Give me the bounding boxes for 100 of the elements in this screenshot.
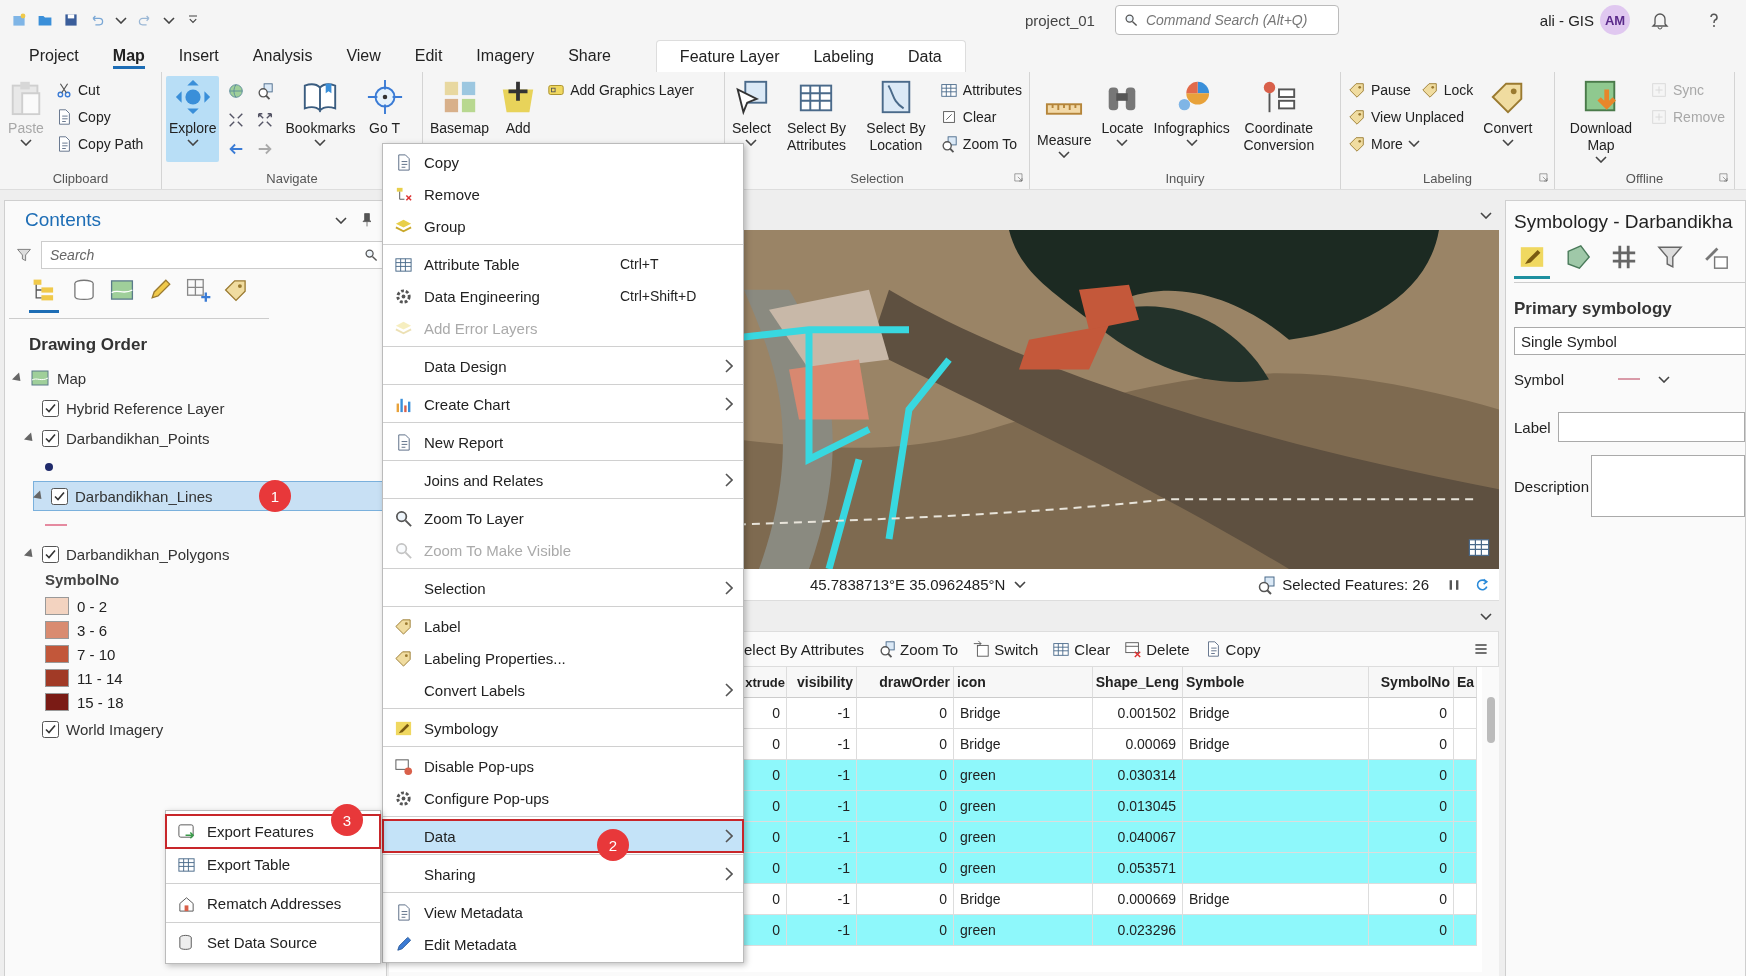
tag-icon — [1348, 134, 1366, 153]
command-search-field[interactable]: Command Search (Alt+Q) — [1114, 5, 1339, 35]
tool-button[interactable]: Lock — [1417, 76, 1477, 103]
checkbox[interactable] — [42, 720, 59, 738]
checkbox[interactable] — [42, 429, 59, 447]
menu-item[interactable]: New Report — [383, 426, 743, 458]
tool-button[interactable]: Infographics — [1150, 76, 1233, 162]
column-header[interactable]: Symbole — [1183, 667, 1369, 698]
toolbar-button[interactable]: Delete — [1124, 640, 1190, 658]
menu-item[interactable]: Symbology — [383, 712, 743, 744]
toolbar-button[interactable]: Zoom To — [878, 640, 959, 658]
tool-button[interactable]: Attributes — [936, 76, 1025, 103]
layer-row[interactable]: Darbandikhan_Points — [5, 423, 386, 453]
dialog-launcher-button[interactable] — [1718, 172, 1730, 184]
chevron-right-icon — [725, 683, 733, 697]
tool-button[interactable]: Explore — [166, 76, 220, 162]
tool-button[interactable]: Select By Attributes — [777, 76, 855, 162]
menu-item[interactable]: Group — [383, 210, 743, 242]
menu-item[interactable]: Sharing — [383, 858, 743, 890]
tool-button[interactable]: Download Map — [1559, 76, 1643, 165]
layer-name: Darbandikhan_Polygons — [66, 545, 230, 563]
menu-item[interactable]: Edit Metadata — [383, 928, 743, 960]
tool-button[interactable]: Convert — [1480, 76, 1536, 162]
tool-button[interactable]: Coordinate Conversion — [1236, 76, 1321, 162]
menu-item[interactable]: Label — [383, 610, 743, 642]
menu-item[interactable]: Labeling Properties... — [383, 642, 743, 674]
tool-button[interactable]: Add Graphics Layer — [544, 76, 697, 103]
tool-button[interactable]: Clear — [936, 103, 1025, 130]
ribbon-tab[interactable]: Project — [12, 40, 96, 72]
chevron-down-icon — [1658, 375, 1670, 383]
dialog-launcher-button[interactable] — [1538, 172, 1550, 184]
menu-item[interactable]: Configure Pop-ups — [383, 782, 743, 814]
column-header[interactable]: visibility — [787, 667, 857, 698]
ribbon-tab[interactable]: Imagery — [459, 40, 552, 72]
tool-button[interactable]: More — [1345, 130, 1477, 157]
table-cell: 0 — [857, 760, 954, 791]
save-icon — [63, 12, 79, 28]
menu-item[interactable]: Data Design — [383, 350, 743, 382]
menu-item[interactable]: Rematch Addresses — [166, 887, 380, 920]
menu-item[interactable]: Zoom To Layer — [383, 502, 743, 534]
ribbon-tab[interactable]: Map — [95, 40, 162, 72]
ribbon-tab[interactable]: Labeling — [796, 41, 891, 72]
column-header[interactable]: drawOrder — [857, 667, 954, 698]
column-header[interactable]: Ea — [1454, 667, 1477, 698]
menu-item[interactable]: View Metadata — [383, 896, 743, 928]
layer-row[interactable]: World Imagery — [5, 714, 386, 744]
checkbox[interactable] — [51, 487, 68, 505]
toolbar-button[interactable]: Switch — [972, 640, 1039, 658]
menu-item[interactable]: Set Data Source — [166, 926, 380, 959]
column-header[interactable]: icon — [954, 667, 1093, 698]
grid-lines-icon — [1610, 243, 1638, 271]
tool-button[interactable]: Cut — [52, 76, 147, 103]
user-avatar[interactable]: AM — [1600, 5, 1630, 35]
tool-button[interactable]: Zoom To — [936, 130, 1025, 157]
dialog-launcher-button[interactable] — [1013, 172, 1025, 184]
label-field[interactable] — [1558, 412, 1745, 442]
view-tab[interactable] — [29, 277, 59, 313]
tool-button[interactable]: Pause — [1345, 76, 1414, 103]
menu-item[interactable]: Data Engineering Ctrl+Shift+D — [383, 280, 743, 312]
ribbon-tab[interactable]: Share — [551, 40, 628, 72]
toolbar-button[interactable]: Clear — [1052, 640, 1111, 658]
table-cell: 0 — [743, 729, 787, 760]
table-cell: 0 — [743, 853, 787, 884]
menu-item[interactable]: Attribute Table Ctrl+T — [383, 248, 743, 280]
menu-item[interactable]: Remove — [383, 178, 743, 210]
tool-button[interactable]: Bookmarks — [282, 76, 359, 162]
checkbox[interactable] — [42, 399, 59, 417]
menu-item[interactable]: Create Chart — [383, 388, 743, 420]
renderer-dropdown[interactable]: Single Symbol — [1514, 327, 1745, 355]
menu-item[interactable]: Selection — [383, 572, 743, 604]
ribbon-tab[interactable]: View — [329, 40, 398, 72]
ribbon-tab[interactable]: Analysis — [235, 40, 330, 72]
tool-button[interactable]: Select By Location — [859, 76, 933, 162]
toolbar-button[interactable]: elect By Attributes — [744, 640, 865, 658]
ribbon-tab[interactable]: Insert — [161, 40, 236, 72]
tool-button[interactable]: Locate — [1098, 76, 1147, 162]
menu-item[interactable]: Joins and Relates — [383, 464, 743, 496]
description-field[interactable] — [1590, 455, 1745, 517]
column-header[interactable]: xtrude — [743, 667, 787, 698]
table-cell: 0.00069 — [1093, 729, 1183, 760]
menu-item[interactable]: Export Table — [166, 848, 380, 881]
checkbox[interactable] — [42, 545, 59, 563]
tag-icon — [223, 277, 249, 303]
ribbon-tab[interactable]: Feature Layer — [662, 41, 797, 72]
ribbon-tab[interactable]: Data — [890, 41, 959, 72]
chevron-right-icon — [725, 397, 733, 411]
tool-button[interactable]: Measure — [1034, 76, 1095, 162]
tool-button[interactable]: Copy — [52, 103, 147, 130]
scrollbar[interactable] — [1482, 667, 1499, 972]
layer-row[interactable]: Darbandikhan_Polygons — [5, 539, 386, 569]
menu-item[interactable]: Disable Pop-ups — [383, 750, 743, 782]
column-header[interactable]: Shape_Leng — [1093, 667, 1183, 698]
user-name[interactable]: ali - GIS — [1539, 11, 1594, 29]
column-header[interactable]: SymbolNo — [1369, 667, 1454, 698]
toolbar-button[interactable]: Copy — [1203, 640, 1261, 658]
tool-button[interactable]: View Unplaced — [1345, 103, 1477, 130]
menu-item[interactable]: Convert Labels — [383, 674, 743, 706]
tool-button[interactable]: Copy Path — [52, 130, 147, 157]
layer-row[interactable]: Hybrid Reference Layer — [5, 393, 386, 423]
ribbon-tab[interactable]: Edit — [397, 40, 460, 72]
